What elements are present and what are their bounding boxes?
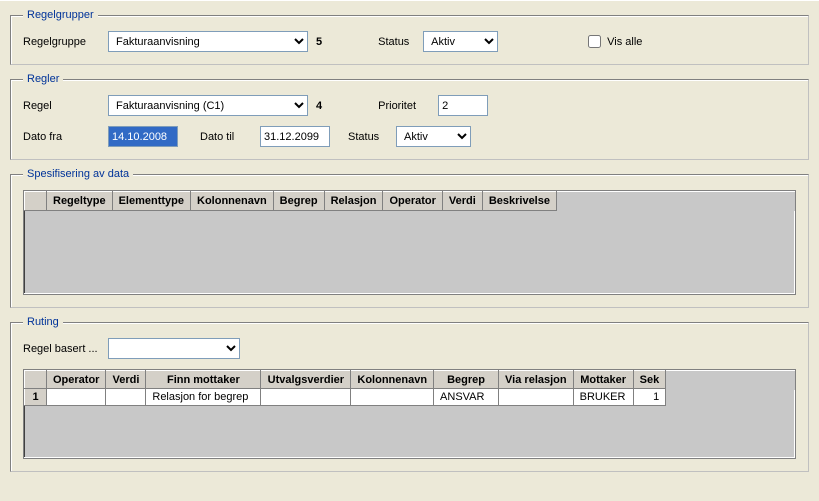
col-sek[interactable]: Sek: [633, 371, 666, 389]
cell-finn-mottaker[interactable]: Relasjon for begrep: [146, 389, 261, 406]
cell-rowindex[interactable]: 1: [25, 389, 47, 406]
select-status-regler[interactable]: Aktiv: [396, 126, 471, 147]
col-elementtype[interactable]: Elementtype: [112, 192, 190, 211]
cell-utvalgsverdier[interactable]: [261, 389, 351, 406]
regel-count: 4: [316, 100, 322, 112]
col-mottaker[interactable]: Mottaker: [573, 371, 633, 389]
col-rowselector[interactable]: [25, 371, 47, 389]
cell-operator[interactable]: [47, 389, 106, 406]
legend-regler: Regler: [23, 73, 63, 85]
col-finn-mottaker[interactable]: Finn mottaker: [146, 371, 261, 389]
col-begrep[interactable]: Begrep: [273, 192, 324, 211]
input-dato-fra[interactable]: [108, 126, 178, 147]
col-kolonnenavn[interactable]: Kolonnenavn: [351, 371, 434, 389]
cell-mottaker[interactable]: BRUKER: [573, 389, 633, 406]
checkbox-vis-alle[interactable]: [588, 35, 601, 48]
label-status: Status: [378, 36, 423, 48]
label-regel-basert: Regel basert ...: [23, 343, 108, 355]
input-prioritet[interactable]: [438, 95, 488, 116]
col-utvalgsverdier[interactable]: Utvalgsverdier: [261, 371, 351, 389]
col-relasjon[interactable]: Relasjon: [324, 192, 383, 211]
cell-via-relasjon[interactable]: [499, 389, 574, 406]
label-dato-fra: Dato fra: [23, 131, 108, 143]
label-prioritet: Prioritet: [378, 100, 438, 112]
table-ruting: Operator Verdi Finn mottaker Utvalgsverd…: [24, 370, 666, 406]
col-kolonnenavn[interactable]: Kolonnenavn: [191, 192, 274, 211]
col-rowselector[interactable]: [25, 192, 47, 211]
select-status-regelgrupper[interactable]: Aktiv: [423, 31, 498, 52]
config-panel: Regelgrupper Regelgruppe Fakturaanvisnin…: [0, 0, 819, 501]
select-regelgruppe[interactable]: Fakturaanvisning: [108, 31, 308, 52]
select-regel[interactable]: Fakturaanvisning (C1): [108, 95, 308, 116]
col-verdi[interactable]: Verdi: [442, 192, 482, 211]
col-operator[interactable]: Operator: [47, 371, 106, 389]
table-spesifisering: Regeltype Elementtype Kolonnenavn Begrep…: [24, 191, 557, 211]
col-regeltype[interactable]: Regeltype: [47, 192, 113, 211]
legend-ruting: Ruting: [23, 316, 63, 328]
label-dato-til: Dato til: [200, 131, 260, 143]
col-begrep[interactable]: Begrep: [434, 371, 499, 389]
grid-ruting[interactable]: Operator Verdi Finn mottaker Utvalgsverd…: [23, 369, 796, 459]
table-row[interactable]: 1 Relasjon for begrep ANSVAR BRUKER 1: [25, 389, 666, 406]
grid-spesifisering[interactable]: Regeltype Elementtype Kolonnenavn Begrep…: [23, 190, 796, 295]
cell-verdi[interactable]: [106, 389, 146, 406]
checkbox-vis-alle-wrapper[interactable]: Vis alle: [588, 35, 642, 48]
label-regelgruppe: Regelgruppe: [23, 36, 108, 48]
legend-spesifisering: Spesifisering av data: [23, 168, 133, 180]
fieldset-regler: Regler Regel Fakturaanvisning (C1) 4 Pri…: [10, 73, 809, 160]
legend-regelgrupper: Regelgrupper: [23, 9, 98, 21]
cell-sek[interactable]: 1: [633, 389, 666, 406]
fieldset-regelgrupper: Regelgrupper Regelgruppe Fakturaanvisnin…: [10, 9, 809, 65]
table-header-row: Operator Verdi Finn mottaker Utvalgsverd…: [25, 371, 666, 389]
cell-kolonnenavn[interactable]: [351, 389, 434, 406]
col-beskrivelse[interactable]: Beskrivelse: [482, 192, 556, 211]
cell-begrep[interactable]: ANSVAR: [434, 389, 499, 406]
input-dato-til[interactable]: [260, 126, 330, 147]
col-verdi[interactable]: Verdi: [106, 371, 146, 389]
select-regel-basert[interactable]: [108, 338, 240, 359]
table-header-row: Regeltype Elementtype Kolonnenavn Begrep…: [25, 192, 557, 211]
fieldset-ruting: Ruting Regel basert ... Operator Verdi F…: [10, 316, 809, 472]
label-vis-alle: Vis alle: [607, 36, 642, 48]
col-via-relasjon[interactable]: Via relasjon: [499, 371, 574, 389]
label-status-regler: Status: [348, 131, 396, 143]
fieldset-spesifisering: Spesifisering av data Regeltype Elementt…: [10, 168, 809, 308]
col-operator[interactable]: Operator: [383, 192, 442, 211]
regelgruppe-count: 5: [316, 36, 322, 48]
label-regel: Regel: [23, 100, 108, 112]
